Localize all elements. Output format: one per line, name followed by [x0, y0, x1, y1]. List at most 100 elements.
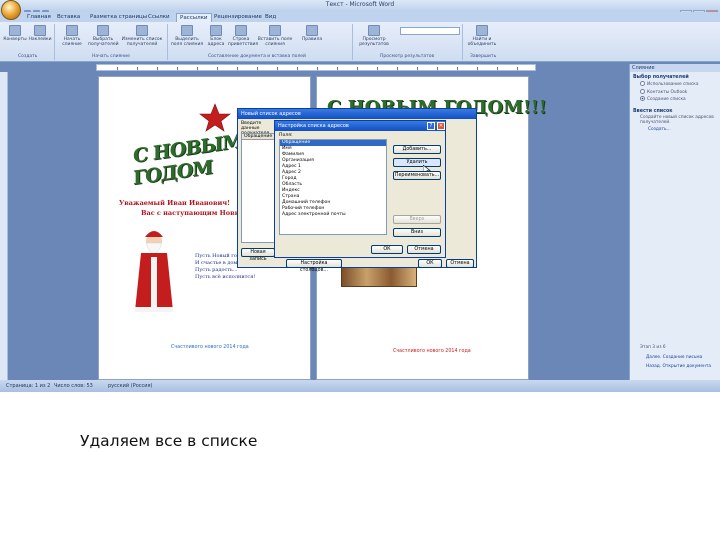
word-count[interactable]: Число слов: 53 [54, 380, 93, 392]
group-label-finish: Завершить [470, 54, 497, 59]
rules-button[interactable]: Правила [298, 25, 326, 42]
merge-field-icon [269, 25, 281, 36]
mail-merge-pane: Слияние Выбор получателей Использование … [629, 64, 720, 380]
address-block-icon [210, 25, 222, 36]
select-recipients-button[interactable]: Выбрать получателей [88, 25, 119, 47]
recipient-option[interactable]: Контакты Outlook [640, 88, 717, 96]
address-grid[interactable]: Обращение [241, 133, 277, 243]
santa-claus-image [135, 231, 173, 312]
next-step-link[interactable]: Далее. Создание письма [646, 355, 702, 361]
finish-merge-button[interactable]: Найти и объединить [465, 25, 499, 47]
highlight-merge-fields-button[interactable]: Выделить поля слияния [170, 25, 204, 47]
decorative-photo [341, 265, 417, 287]
page-count[interactable]: Страница: 1 из 2 [6, 380, 50, 392]
poem-line: Пусть всё исполнится! [195, 274, 256, 280]
recipient-option[interactable]: Создание списка [640, 96, 717, 103]
pane-section-heading: Выбор получателей [633, 75, 689, 80]
envelope-icon [9, 25, 21, 36]
edit-recipient-list-button[interactable]: Изменить список получателей [120, 25, 164, 47]
record-navigation [395, 27, 465, 37]
labels-icon [34, 25, 46, 36]
greeting-line-button[interactable]: Строка приветствия [228, 25, 258, 47]
office-button[interactable] [1, 0, 21, 20]
cancel-button[interactable]: Отмена [407, 245, 441, 254]
group-separator [54, 24, 55, 60]
tab-references[interactable]: Ссылки [148, 13, 170, 22]
start-mail-merge-button[interactable]: Начать слияние [57, 25, 87, 47]
tab-page-layout[interactable]: Разметка страницы [90, 13, 147, 22]
tab-home[interactable]: Главная [27, 13, 51, 22]
ok-button[interactable]: ОК [371, 245, 403, 254]
pane-section-heading: Ввести список [633, 108, 673, 114]
radio-button[interactable] [640, 81, 645, 86]
addressee-line: Уважаемый Иван Иванович! [119, 199, 230, 207]
group-label-start: Начать слияние [92, 54, 130, 59]
radio-button[interactable] [640, 88, 645, 94]
labels-button[interactable]: Наклейки [28, 25, 52, 42]
close-icon[interactable]: ✕ [437, 122, 445, 130]
dialog-title: Новый список адресов [238, 109, 476, 119]
star-icon [199, 103, 231, 132]
page-footer: Счастливого нового 2014 года [171, 345, 249, 350]
delete-field-button[interactable]: Удалить [393, 158, 441, 167]
move-up-button[interactable]: Вверх [393, 215, 441, 224]
record-number-field[interactable] [400, 27, 460, 35]
slide-caption: Удаляем все в списке [80, 432, 258, 450]
move-down-button[interactable]: Вниз [393, 228, 441, 237]
preview-results-button[interactable]: Просмотр результатов [356, 25, 392, 47]
window-title: Текст - Microsoft Word [325, 1, 395, 8]
edit-list-icon [136, 25, 148, 36]
new-entry-button[interactable]: Новая запись [241, 248, 275, 262]
group-label-create: Создать [18, 54, 38, 59]
tab-view[interactable]: Вид [265, 13, 276, 22]
word-window: Текст - Microsoft Word –□✕ Главная Встав… [0, 0, 720, 392]
group-label-fields: Составление документа и вставка полей [208, 54, 306, 59]
fields-listbox[interactable]: Обращение Имя Фамилия Организация Адрес … [279, 139, 387, 235]
dialog-title: Настройка списка адресов [275, 121, 445, 131]
group-separator [352, 24, 353, 60]
greeting-icon [235, 25, 247, 36]
preview-icon [368, 25, 380, 36]
finish-icon [476, 25, 488, 36]
recipients-icon [97, 25, 109, 36]
page-footer: Счастливого нового 2014 года [393, 349, 471, 354]
create-link[interactable]: Создать... [648, 127, 717, 133]
highlight-icon [181, 25, 193, 36]
pane-title: Слияние [630, 64, 720, 72]
list-item[interactable]: Адрес электронной почты [280, 212, 386, 218]
group-separator [462, 24, 463, 60]
status-bar: Страница: 1 из 2 Число слов: 53 русский … [0, 380, 720, 392]
tab-mailings[interactable]: Рассылки [176, 13, 212, 22]
customize-columns-button[interactable]: Настройка столбцов... [286, 259, 342, 273]
horizontal-ruler[interactable] [96, 64, 536, 71]
ribbon: Конверты Наклейки Начать слияние Выбрать… [0, 22, 720, 62]
step-indicator: Этап 3 из 6 [640, 345, 666, 350]
grid-column-header[interactable]: Обращение [242, 134, 276, 140]
envelopes-button[interactable]: Конверты [3, 25, 27, 42]
language-indicator[interactable]: русский (Россия) [108, 380, 152, 392]
address-block-button[interactable]: Блок адреса [205, 25, 227, 47]
radio-button-selected[interactable] [640, 96, 645, 101]
recipient-option[interactable]: Использование списка [640, 81, 717, 88]
fields-label: Поля: [279, 133, 293, 138]
greeting-line: Вас с наступающим Новым [141, 209, 247, 217]
add-field-button[interactable]: Добавить... [393, 145, 441, 154]
tab-insert[interactable]: Вставка [57, 13, 80, 22]
help-icon[interactable]: ? [427, 122, 435, 130]
poem-line: Пусть радость... [195, 267, 238, 273]
rename-field-button[interactable]: Переименовать... [393, 171, 441, 180]
rules-icon [306, 25, 318, 36]
title-bar: Текст - Microsoft Word –□✕ [0, 0, 720, 19]
previous-step-link[interactable]: Назад. Открытие документа [646, 364, 711, 370]
insert-merge-field-button[interactable]: Вставить поле слияния [255, 25, 295, 47]
ribbon-tabs: Главная Вставка Разметка страницы Ссылки… [0, 12, 720, 22]
document-icon [66, 25, 78, 36]
tab-review[interactable]: Рецензирование [214, 13, 262, 22]
ok-button[interactable]: ОК [418, 259, 442, 268]
group-label-preview: Просмотр результатов [380, 54, 435, 59]
group-separator [167, 24, 168, 60]
customize-address-list-dialog: Настройка списка адресов ? ✕ Поля: Обращ… [274, 120, 446, 258]
vertical-ruler[interactable] [0, 72, 8, 380]
pane-description: Создайте новый список адресов получателе… [640, 114, 714, 126]
cancel-button[interactable]: Отмена [446, 259, 474, 268]
